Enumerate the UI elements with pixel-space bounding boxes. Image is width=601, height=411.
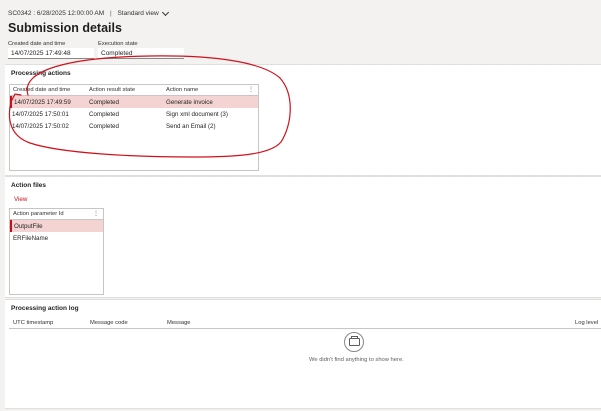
page-title: Submission details (8, 21, 122, 35)
action-files-panel: Action files View Action parameter Id ⋮ … (5, 176, 601, 298)
execution-state-label: Execution state (98, 41, 138, 47)
view-link[interactable]: View (14, 196, 27, 203)
row-created: 14/07/2025 17:49:59 (14, 98, 71, 106)
view-selector[interactable]: Standard view (117, 8, 169, 17)
table-row[interactable]: 14/07/2025 17:50:02 Completed Send an Em… (10, 120, 258, 132)
row-action-name: Send an Email (2) (166, 122, 216, 130)
parameter-id: OutputFile (14, 222, 43, 230)
column-header-message-code[interactable]: Message code (90, 320, 167, 326)
created-date-field[interactable]: 14/07/2025 17:49:48 (8, 48, 94, 59)
row-created: 14/07/2025 17:50:01 (12, 110, 69, 118)
created-date-label: Created date and time (8, 41, 66, 47)
vertical-ellipsis-icon[interactable]: ⋮ (248, 86, 254, 93)
action-files-title: Action files (11, 182, 47, 189)
record-breadcrumb: SC0342 : 6/28/2025 12:00:00 AM (8, 10, 105, 17)
breadcrumb: SC0342 : 6/28/2025 12:00:00 AM | Standar… (8, 8, 169, 17)
row-state: Completed (89, 122, 119, 130)
list-item[interactable]: ERFileName (10, 232, 103, 244)
chevron-down-icon (161, 8, 169, 16)
grid-header: Created date and time Action result stat… (10, 85, 258, 96)
column-header-parameter-id[interactable]: Action parameter Id (10, 211, 93, 217)
grid-header: Action parameter Id ⋮ (10, 209, 103, 220)
view-selector-label: Standard view (117, 10, 159, 17)
list-item[interactable]: OutputFile (10, 220, 103, 232)
column-header-message[interactable]: Message (167, 320, 267, 326)
row-action-name: Generate invoice (166, 98, 213, 106)
action-log-title: Processing action log (11, 305, 79, 312)
column-header-utc-timestamp[interactable]: UTC timestamp (9, 320, 90, 326)
column-header-created[interactable]: Created date and time (10, 87, 89, 93)
column-header-log-level[interactable]: Log level (575, 320, 598, 326)
processing-actions-panel: Processing actions Created date and time… (5, 64, 601, 176)
row-state: Completed (89, 110, 119, 118)
empty-box-icon (344, 332, 364, 352)
breadcrumb-separator: | (109, 10, 112, 17)
processing-actions-grid: Created date and time Action result stat… (9, 84, 259, 171)
action-files-grid: Action parameter Id ⋮ OutputFile ERFileN… (9, 208, 104, 295)
action-log-panel: Processing action log UTC timestamp Mess… (5, 299, 601, 409)
row-created: 14/07/2025 17:50:02 (12, 122, 69, 130)
table-row[interactable]: 14/07/2025 17:50:01 Completed Sign xml d… (10, 108, 258, 120)
grid-header: UTC timestamp Message code Message Log l… (9, 318, 601, 329)
execution-state-field[interactable]: Completed (98, 48, 184, 59)
row-state: Completed (89, 98, 119, 106)
empty-state-text: We didn't find anything to show here. (309, 357, 404, 363)
column-header-action-name[interactable]: Action name (166, 87, 236, 93)
action-log-grid: UTC timestamp Message code Message Log l… (9, 318, 601, 406)
row-action-name: Sign xml document (3) (166, 110, 228, 118)
column-header-result-state[interactable]: Action result state (89, 87, 166, 93)
parameter-id: ERFileName (13, 234, 49, 242)
table-row[interactable]: 14/07/2025 17:49:59 Completed Generate i… (10, 96, 258, 108)
processing-actions-title: Processing actions (11, 70, 71, 77)
vertical-ellipsis-icon[interactable]: ⋮ (93, 210, 99, 217)
